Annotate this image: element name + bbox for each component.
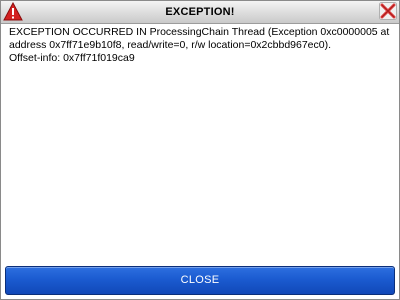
dialog-title: EXCEPTION!	[165, 6, 235, 18]
exception-message: EXCEPTION OCCURRED IN ProcessingChain Th…	[9, 26, 390, 64]
exception-dialog: EXCEPTION! EXCEPTION OCCURRED IN Process…	[0, 0, 400, 300]
close-button[interactable]: CLOSE	[5, 266, 395, 295]
title-bar: EXCEPTION!	[1, 1, 399, 24]
close-icon[interactable]	[379, 2, 397, 20]
